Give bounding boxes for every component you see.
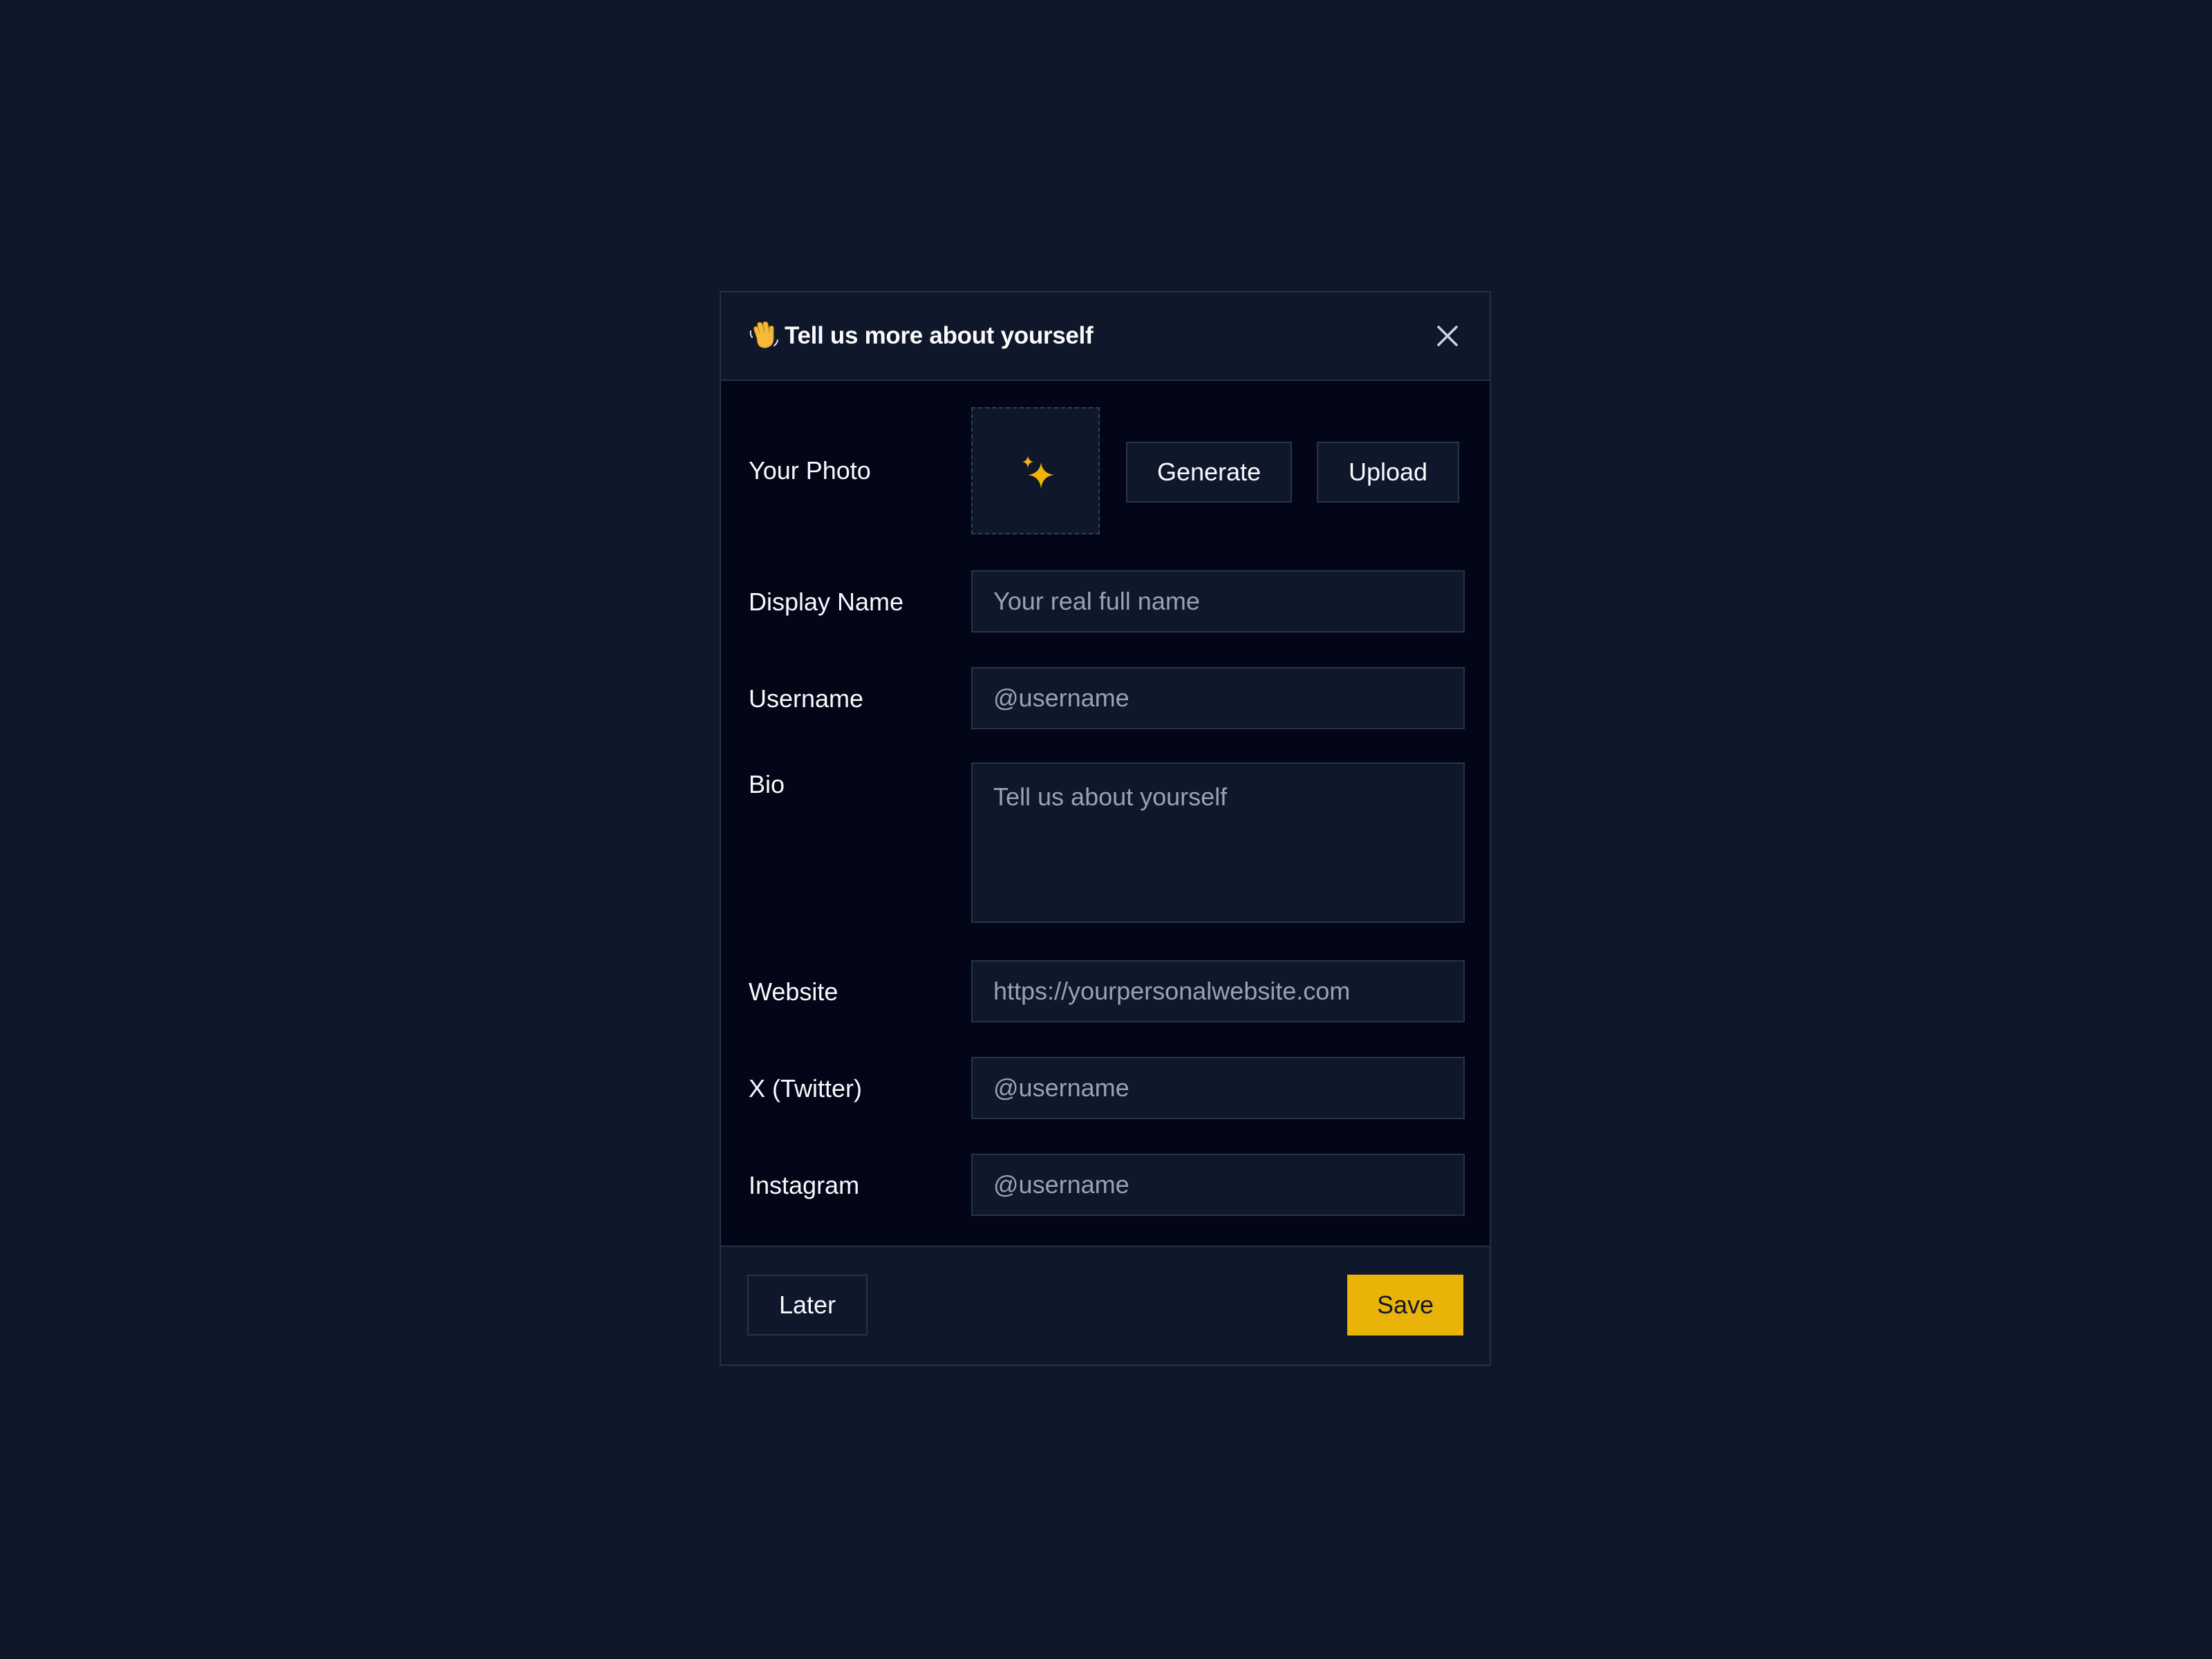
sparkles-icon	[1022, 456, 1054, 489]
profile-dialog: Tell us more about yourself Your Photo G…	[720, 291, 1491, 1366]
twitter-label: X (Twitter)	[749, 1074, 863, 1103]
close-icon[interactable]	[1434, 323, 1461, 349]
waving-hand-icon	[749, 321, 778, 348]
later-button[interactable]: Later	[747, 1275, 868, 1335]
bio-label: Bio	[749, 770, 785, 798]
bio-field[interactable]: Tell us about yourself	[971, 762, 1465, 923]
save-button[interactable]: Save	[1347, 1275, 1463, 1335]
dialog-header: Tell us more about yourself	[721, 292, 1490, 381]
display-name-field[interactable]: Your real full name	[971, 570, 1465, 632]
username-label: Username	[749, 684, 864, 713]
website-label: Website	[749, 977, 838, 1006]
dialog-body: Your Photo Generate Upload Display Name …	[721, 381, 1490, 1334]
photo-placeholder[interactable]	[971, 407, 1100, 534]
photo-label: Your Photo	[749, 456, 871, 485]
upload-button[interactable]: Upload	[1317, 442, 1459, 503]
dialog-footer: Later Save	[721, 1246, 1490, 1365]
display-name-label: Display Name	[749, 588, 904, 616]
dialog-title: Tell us more about yourself	[785, 322, 1094, 349]
instagram-label: Instagram	[749, 1171, 860, 1199]
instagram-field[interactable]: @username	[971, 1154, 1465, 1216]
username-field[interactable]: @username	[971, 667, 1465, 729]
website-field[interactable]: https://yourpersonalwebsite.com	[971, 960, 1465, 1022]
twitter-field[interactable]: @username	[971, 1057, 1465, 1119]
generate-button[interactable]: Generate	[1126, 442, 1292, 503]
